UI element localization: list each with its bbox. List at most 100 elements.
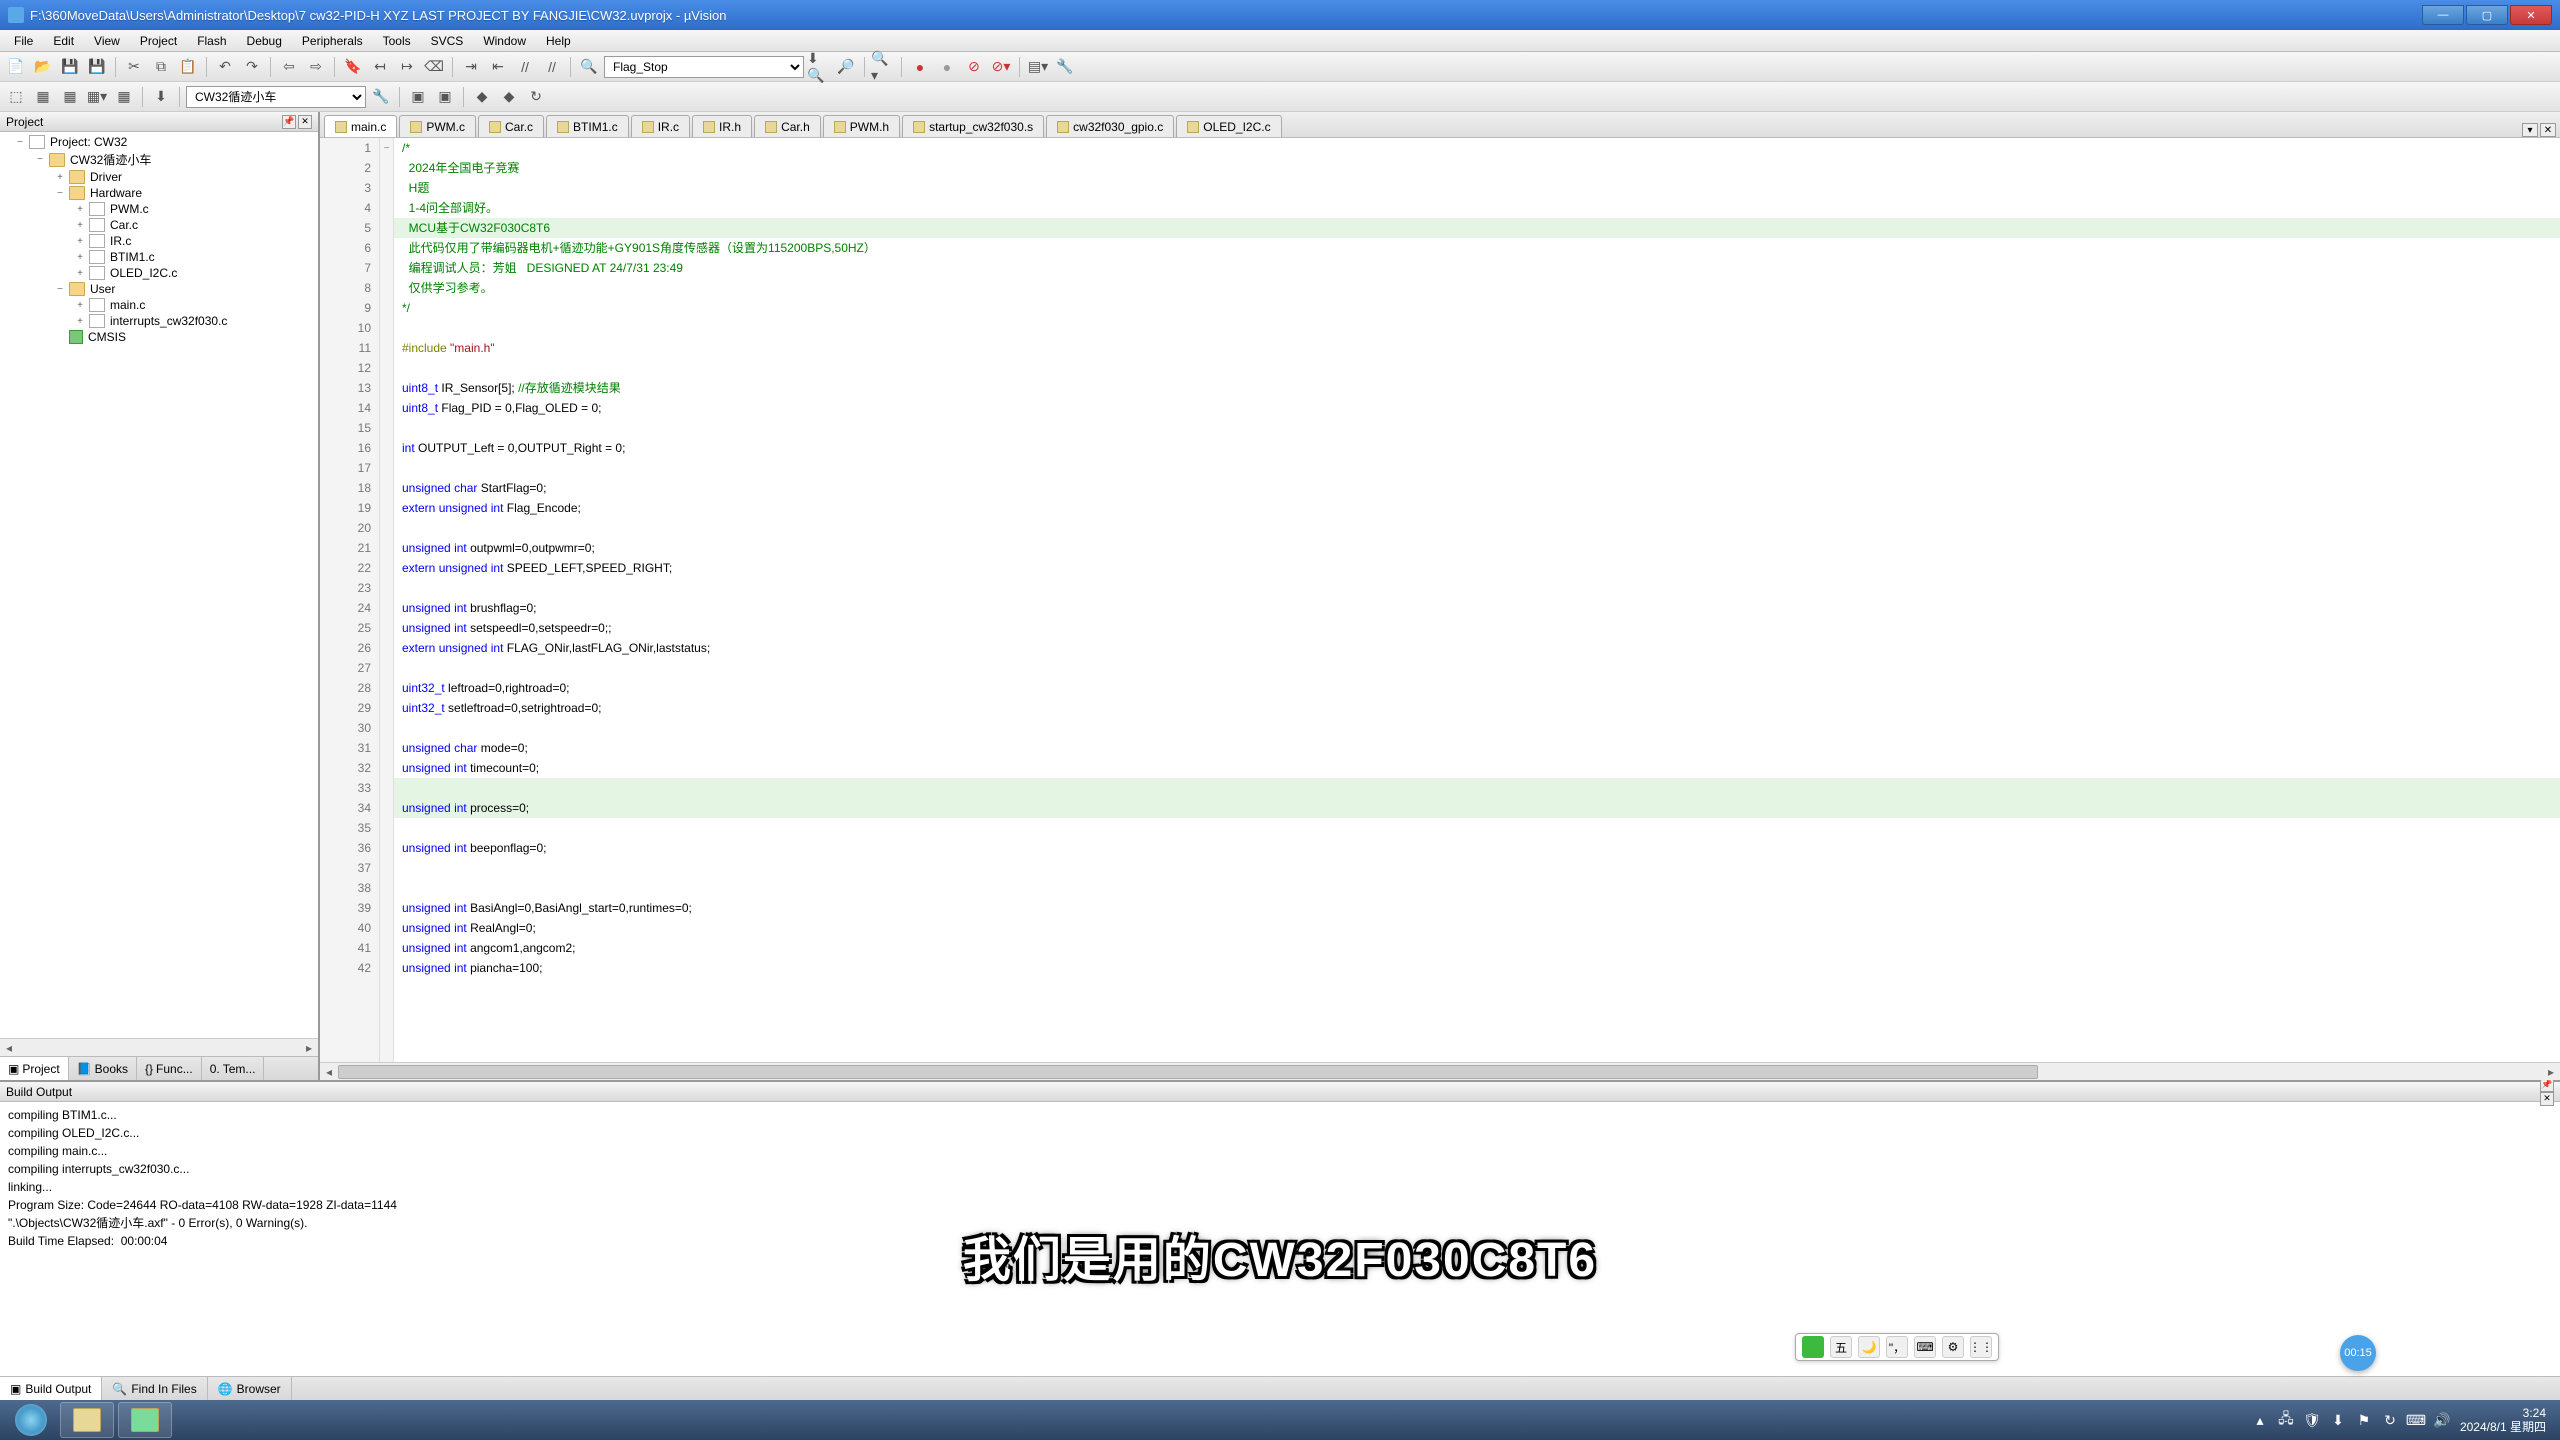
editor-tab[interactable]: IR.h	[692, 115, 752, 137]
find-combo[interactable]: Flag_Stop	[604, 56, 804, 78]
build-output-text[interactable]: compiling BTIM1.c...compiling OLED_I2C.c…	[0, 1102, 2560, 1376]
minimize-button[interactable]: —	[2422, 5, 2464, 25]
menu-svcs[interactable]: SVCS	[421, 32, 474, 50]
close-button[interactable]: ✕	[2510, 5, 2552, 25]
options-icon[interactable]: 🔧	[369, 85, 393, 109]
tree-group-hardware[interactable]: − Hardware	[0, 185, 318, 201]
tray-sync-icon[interactable]: ↻	[2382, 1412, 2398, 1428]
refresh-icon[interactable]: ↻	[524, 85, 548, 109]
open-file-icon[interactable]: 📂	[31, 55, 55, 79]
tray-shield-icon[interactable]: 🛡	[2304, 1412, 2320, 1428]
editor-tab[interactable]: startup_cw32f030.s	[902, 115, 1044, 137]
editor-tab[interactable]: cw32f030_gpio.c	[1046, 115, 1174, 137]
build-tab-find[interactable]: 🔍Find In Files	[102, 1377, 207, 1400]
menu-debug[interactable]: Debug	[237, 32, 292, 50]
tree-group-user[interactable]: − User	[0, 281, 318, 297]
copy-icon[interactable]: ⧉	[149, 55, 173, 79]
taskbar-clock[interactable]: 3:24 2024/8/1 星期四	[2460, 1406, 2546, 1434]
cut-icon[interactable]: ✂	[122, 55, 146, 79]
batch-build-icon[interactable]: ▦▾	[85, 85, 109, 109]
menu-project[interactable]: Project	[130, 32, 187, 50]
project-tree[interactable]: − Project: CW32 − CW32循迹小车 + Driver − Ha…	[0, 132, 318, 1038]
tree-root[interactable]: − Project: CW32	[0, 134, 318, 150]
tree-group-cmsis[interactable]: CMSIS	[0, 329, 318, 345]
code-editor[interactable]: 1234567891011121314151617181920212223242…	[320, 138, 2560, 1062]
comment-icon[interactable]: //	[513, 55, 537, 79]
menu-window[interactable]: Window	[473, 32, 536, 50]
find-icon[interactable]: 🔍	[577, 55, 601, 79]
panel-tab-functions[interactable]: {}Func...	[137, 1057, 202, 1080]
tree-group-driver[interactable]: + Driver	[0, 169, 318, 185]
paste-icon[interactable]: 📋	[176, 55, 200, 79]
manage2-icon[interactable]: ▣	[433, 85, 457, 109]
build-tab-output[interactable]: ▣Build Output	[0, 1377, 102, 1400]
editor-tab[interactable]: IR.c	[631, 115, 690, 137]
editor-tab[interactable]: PWM.h	[823, 115, 900, 137]
download-icon[interactable]: ⬇	[149, 85, 173, 109]
new-file-icon[interactable]: 📄	[4, 55, 28, 79]
start-button[interactable]	[4, 1402, 58, 1438]
editor-tab[interactable]: PWM.c	[399, 115, 476, 137]
build-icon[interactable]: ▦	[31, 85, 55, 109]
tray-volume-icon[interactable]: 🔊	[2434, 1412, 2450, 1428]
undo-icon[interactable]: ↶	[213, 55, 237, 79]
ime-keyboard-icon[interactable]: ⌨	[1914, 1336, 1936, 1358]
tools-icon[interactable]: 🔧	[1053, 55, 1077, 79]
translate-icon[interactable]: ⬚	[4, 85, 28, 109]
find-in-files-icon[interactable]: 🔎	[834, 55, 858, 79]
tree-file[interactable]: +IR.c	[0, 233, 318, 249]
tray-usb-icon[interactable]: ⬇	[2330, 1412, 2346, 1428]
editor-tab[interactable]: Car.h	[754, 115, 821, 137]
editor-hscroll[interactable]: ◂ ▸	[320, 1062, 2560, 1080]
debug-cancel2-icon[interactable]: ⊘▾	[989, 55, 1013, 79]
tree-target[interactable]: − CW32循迹小车	[0, 150, 318, 169]
debug-grey-icon[interactable]: ●	[935, 55, 959, 79]
panel-tab-books[interactable]: 📘Books	[69, 1057, 137, 1080]
rebuild-icon[interactable]: ▦	[58, 85, 82, 109]
tree-file[interactable]: +interrupts_cw32f030.c	[0, 313, 318, 329]
bookmark-clear-icon[interactable]: ⌫	[422, 55, 446, 79]
tree-file[interactable]: +PWM.c	[0, 201, 318, 217]
editor-tab[interactable]: Car.c	[478, 115, 544, 137]
menu-tools[interactable]: Tools	[373, 32, 421, 50]
tab-dropdown-icon[interactable]: ▾	[2522, 123, 2538, 137]
ime-toolbar[interactable]: 五 🌙 "， ⌨ ⚙ ⋮⋮	[1795, 1333, 1999, 1361]
window-icon[interactable]: ▤▾	[1026, 55, 1050, 79]
tray-network-icon[interactable]: 🖧	[2278, 1412, 2294, 1428]
ime-logo-icon[interactable]	[1802, 1336, 1824, 1358]
build-tab-browser[interactable]: 🌐Browser	[208, 1377, 292, 1400]
ime-settings-icon[interactable]: ⚙	[1942, 1336, 1964, 1358]
manage-icon[interactable]: ▣	[406, 85, 430, 109]
tray-up-icon[interactable]: ▴	[2252, 1412, 2268, 1428]
save-all-icon[interactable]: 💾	[85, 55, 109, 79]
uncomment-icon[interactable]: //	[540, 55, 564, 79]
ime-menu-icon[interactable]: ⋮⋮	[1970, 1336, 1992, 1358]
save-icon[interactable]: 💾	[58, 55, 82, 79]
panel-tab-templates[interactable]: 0.Tem...	[202, 1057, 265, 1080]
stop-build-icon[interactable]: ▦	[112, 85, 136, 109]
bookmark-icon[interactable]: 🔖	[341, 55, 365, 79]
maximize-button[interactable]: ▢	[2466, 5, 2508, 25]
taskbar-item-uvision[interactable]	[118, 1402, 172, 1438]
tree-file[interactable]: +main.c	[0, 297, 318, 313]
git-icon[interactable]: ◆	[470, 85, 494, 109]
tree-file[interactable]: +BTIM1.c	[0, 249, 318, 265]
menu-file[interactable]: File	[4, 32, 43, 50]
editor-tab[interactable]: BTIM1.c	[546, 115, 629, 137]
redo-icon[interactable]: ↷	[240, 55, 264, 79]
target-select[interactable]: CW32循迹小车	[186, 86, 366, 108]
tree-scroll-left-icon[interactable]: ◂	[0, 1039, 18, 1056]
tree-scroll-right-icon[interactable]: ▸	[300, 1039, 318, 1056]
bookmark-prev-icon[interactable]: ↤	[368, 55, 392, 79]
debug-cancel-icon[interactable]: ⊘	[962, 55, 986, 79]
taskbar-item-explorer[interactable]	[60, 1402, 114, 1438]
tree-file[interactable]: +Car.c	[0, 217, 318, 233]
menu-peripherals[interactable]: Peripherals	[292, 32, 373, 50]
tab-close-icon[interactable]: ✕	[2540, 123, 2556, 137]
panel-tab-project[interactable]: ▣Project	[0, 1057, 69, 1080]
tray-flag-icon[interactable]: ⚑	[2356, 1412, 2372, 1428]
scroll-right-icon[interactable]: ▸	[2542, 1063, 2560, 1081]
ime-moon-icon[interactable]: 🌙	[1858, 1336, 1880, 1358]
menu-flash[interactable]: Flash	[187, 32, 236, 50]
editor-tab[interactable]: OLED_I2C.c	[1176, 115, 1281, 137]
